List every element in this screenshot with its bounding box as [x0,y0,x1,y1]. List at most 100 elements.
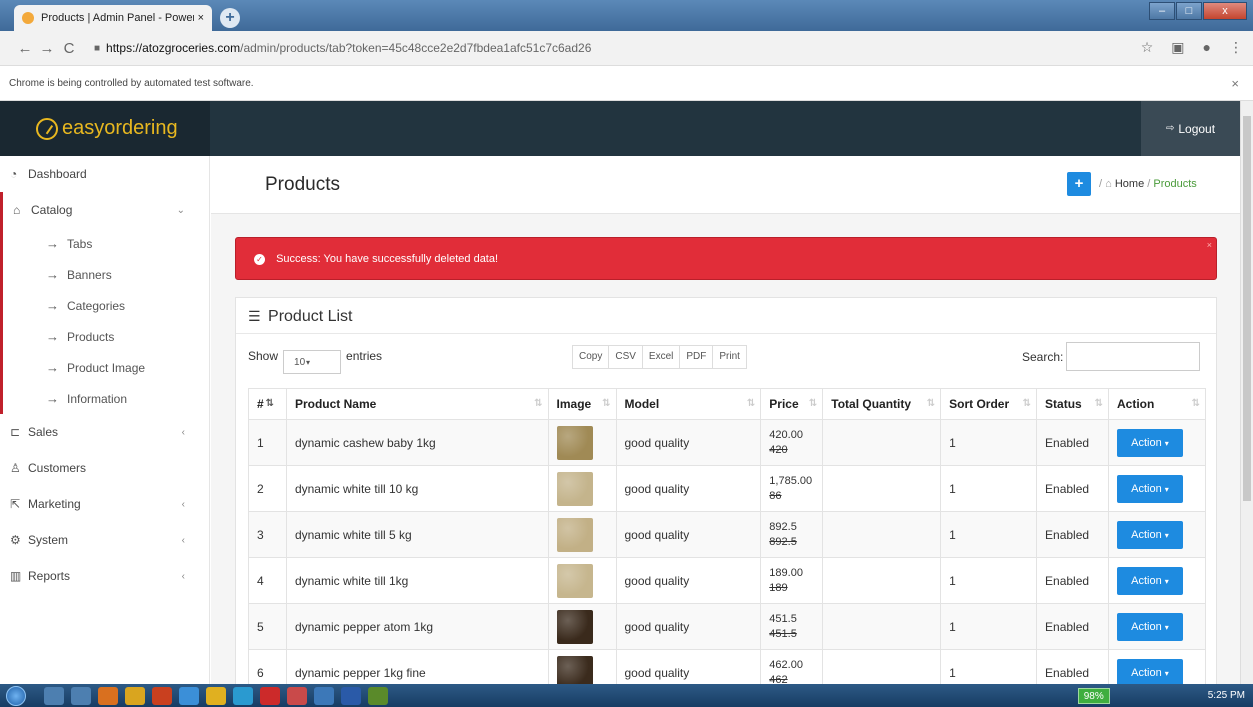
extension-icon[interactable]: ▣ [1171,39,1184,56]
cell-sort-order: 1 [940,557,1038,604]
success-alert: ✓ Success: You have successfully deleted… [235,237,1217,280]
sidebar-item-reports[interactable]: ▥ Reports ‹ [0,558,209,594]
caret-down-icon: ▾ [1164,622,1169,632]
action-dropdown-button[interactable]: Action ▾ [1116,566,1183,595]
window-close-button[interactable]: x [1203,2,1247,20]
clock[interactable]: 5:25 PM [1208,690,1245,701]
table-row: 6 dynamic pepper 1kg fine good quality 462.… [248,649,1207,685]
menu-dots-icon[interactable]: ⋮ [1229,39,1243,56]
add-product-button[interactable]: + [1067,172,1091,196]
start-button[interactable] [0,684,32,707]
sort-icon: ⇅ [926,398,936,409]
reload-icon[interactable]: C [58,40,80,57]
forward-arrow-icon[interactable]: → [36,40,58,57]
app-icon[interactable] [44,686,64,705]
cell-num: 2 [248,465,287,512]
sidebar-sub-categories[interactable]: → Categories [3,290,209,321]
cell-sort-order: 1 [940,465,1038,512]
print-button[interactable]: Print [712,345,747,369]
col-header-sort-order[interactable]: Sort Order ⇅ [940,388,1038,420]
infobar-close-icon[interactable]: × [1231,66,1239,101]
alert-text: Success: You have successfully deleted d… [276,253,499,265]
action-dropdown-button[interactable]: Action ▾ [1116,658,1183,684]
pdf-app-icon[interactable] [260,686,280,705]
pdf-button[interactable]: PDF [679,345,714,369]
breadcrumb-current[interactable]: Products [1153,178,1196,190]
sidebar-sub-label: Banners [67,267,112,282]
search-input[interactable] [1066,342,1201,371]
sidebar-sub-information[interactable]: → Information [3,383,209,414]
cell-status: Enabled [1036,649,1109,684]
price-old: 86 [769,489,782,502]
minimize-button[interactable]: – [1149,2,1175,20]
firefox-icon[interactable] [98,686,118,705]
col-header-model[interactable]: Model ⇅ [615,388,762,420]
cell-model: good quality [615,419,762,466]
logout-icon: ⇨ [1165,123,1175,134]
battery-indicator[interactable]: 98% [1077,687,1110,704]
sidebar-sub-tabs[interactable]: → Tabs [3,228,209,259]
tab-close-icon[interactable]: × [198,12,204,24]
ie-icon[interactable] [179,686,199,705]
new-tab-button[interactable]: + [220,8,240,28]
action-dropdown-button[interactable]: Action ▾ [1116,520,1183,549]
excel-button[interactable]: Excel [641,345,681,369]
breadcrumb-home[interactable]: Home [1115,178,1144,190]
cell-action: Action ▾ [1107,557,1207,604]
action-dropdown-button[interactable]: Action ▾ [1116,474,1183,503]
sidebar-item-customers[interactable]: ♙ Customers [0,450,209,486]
sidebar-item-marketing[interactable]: ⇱ Marketing ‹ [0,486,209,522]
copy-button[interactable]: Copy [572,345,610,369]
maximize-button[interactable]: □ [1176,2,1202,20]
url-field[interactable]: ■ https://atozgroceries.com /admin/produ… [94,41,591,55]
app-icon[interactable] [71,686,91,705]
sidebar-item-sales[interactable]: ⊏ Sales ‹ [0,414,209,450]
logo[interactable]: easyordering [0,101,210,156]
app-icon[interactable] [314,686,334,705]
sidebar-sub-products[interactable]: → Products [3,321,209,352]
csv-button[interactable]: CSV [608,345,643,369]
app-icon[interactable] [368,686,388,705]
action-dropdown-button[interactable]: Action ▾ [1116,428,1183,457]
alert-close-icon[interactable]: × [1207,224,1212,267]
address-bar: ← → C ■ https://atozgroceries.com /admin… [0,31,1253,66]
col-header-image[interactable]: Image ⇅ [547,388,617,420]
bookmark-star-icon[interactable]: ☆ [1141,39,1154,56]
price-current: 462.00 [769,658,803,671]
action-dropdown-button[interactable]: Action ▾ [1116,612,1183,641]
col-header-total-quantity[interactable]: Total Quantity ⇅ [822,388,942,420]
app-icon[interactable] [287,686,307,705]
app-icon[interactable] [152,686,172,705]
price-old: 462 [769,673,788,685]
col-header-product-name[interactable]: Product Name ⇅ [285,388,549,420]
scrollbar-thumb[interactable] [1243,116,1251,501]
sort-asc-icon: ⇅ [265,398,274,409]
sidebar-sub-banners[interactable]: → Banners [3,259,209,290]
chrome-icon[interactable] [206,686,226,705]
col-header-num[interactable]: # ⇅ [248,388,287,420]
cell-model: good quality [615,603,762,650]
sidebar-item-catalog[interactable]: ⌂ Catalog ⌄ [3,192,209,228]
col-header-status[interactable]: Status ⇅ [1036,388,1109,420]
cell-product-name: dynamic white till 5 kg [285,511,549,558]
word-icon[interactable] [341,686,361,705]
page-scrollbar[interactable] [1240,101,1253,684]
browser-tab[interactable]: Products | Admin Panel - Powere × [14,5,212,31]
col-label: Action [1116,397,1155,411]
cell-action: Action ▾ [1107,603,1207,650]
profile-icon[interactable]: ● [1203,39,1211,56]
col-header-price[interactable]: Price ⇅ [760,388,824,420]
logout-button[interactable]: ⇨ Logout [1141,101,1240,156]
col-header-action[interactable]: Action ⇅ [1107,388,1207,420]
breadcrumb-separator: / [1147,178,1151,190]
entries-select[interactable]: 10 ▾ [283,350,342,374]
app-icon[interactable] [125,686,145,705]
sidebar-sub-label: Tabs [67,236,93,251]
sidebar-item-dashboard[interactable]: ◔ Dashboard [0,156,209,192]
sidebar-item-system[interactable]: ⚙ System ‹ [0,522,209,558]
app-icon[interactable] [233,686,253,705]
cell-total-quantity [822,511,942,558]
back-arrow-icon[interactable]: ← [14,40,36,57]
cell-product-name: dynamic white till 10 kg [285,465,549,512]
sidebar-sub-product-image[interactable]: → Product Image [3,352,209,383]
